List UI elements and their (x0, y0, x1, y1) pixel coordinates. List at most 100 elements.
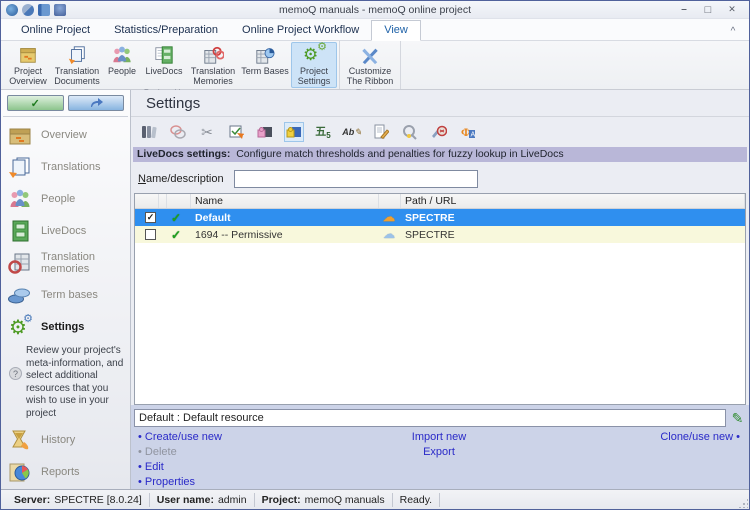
ribbon-item-label: Translation Memories (191, 66, 235, 86)
sidebar-item-reports[interactable]: Reports (1, 456, 130, 488)
maximize-button[interactable] (697, 3, 719, 17)
app-window: memoQ manuals - memoQ online project Onl… (0, 0, 750, 510)
name-description-label: Name/description (138, 173, 224, 185)
customize-ribbon-icon (359, 44, 381, 66)
pen-stamp-icon (431, 124, 447, 140)
memoq-logo-icon[interactable] (6, 4, 18, 16)
sidebar-item-label: People (41, 193, 75, 205)
sidebar-item-people[interactable]: People (1, 183, 130, 215)
ribbon-item-label: Term Bases (241, 66, 289, 76)
settings-tab-livedocs[interactable] (284, 122, 304, 142)
sidebar-item-label: Translation memories (41, 251, 128, 275)
row-checkbox[interactable] (145, 212, 156, 223)
selected-resource-field[interactable]: Default : Default resource (134, 409, 726, 427)
tab-view[interactable]: View (371, 20, 421, 41)
server-icon[interactable] (54, 4, 66, 16)
settings-tab-communication[interactable] (168, 122, 188, 142)
project-settings-icon: ⚙⚙ (303, 44, 325, 66)
resource-name: 1694 -- Permissive (191, 229, 379, 241)
help-icon: ? (9, 367, 22, 380)
settings-tab-sign-off[interactable] (429, 122, 449, 142)
tab-online-project[interactable]: Online Project (9, 21, 102, 40)
settings-description-block: ? Review your project's meta-information… (1, 343, 130, 424)
name-description-input[interactable] (234, 170, 478, 188)
tab-online-project-workflow[interactable]: Online Project Workflow (230, 21, 371, 40)
settings-tab-lqa[interactable] (400, 122, 420, 142)
svg-text:A: A (471, 132, 476, 139)
close-button[interactable] (721, 3, 743, 17)
book-icon[interactable] (38, 4, 50, 16)
livedocs-cabinet-icon (5, 218, 35, 244)
ribbon-customize-the-ribbon[interactable]: Customize The Ribbon (342, 42, 398, 88)
resource-path: SPECTRE (401, 229, 745, 241)
row-checkbox[interactable] (145, 229, 156, 240)
column-header-name[interactable]: Name (191, 194, 379, 208)
ribbon-translation-documents[interactable]: Translation Documents (51, 42, 103, 88)
resize-grip[interactable] (738, 498, 748, 508)
settings-tab-segmentation[interactable]: ✂ (197, 122, 217, 142)
checkmark-icon: ✓ (31, 97, 40, 110)
minimize-button[interactable] (673, 3, 695, 17)
settings-tab-general[interactable] (139, 122, 159, 142)
sidebar-item-overview[interactable]: Overview (1, 119, 130, 151)
sidebar-item-livedocs[interactable]: LiveDocs (1, 215, 130, 247)
ribbon-item-label: Customize The Ribbon (347, 66, 394, 86)
clone-use-new-link[interactable]: Clone/use new • (660, 431, 740, 443)
status-ready: Ready. (393, 493, 441, 507)
magnifier-icon (402, 124, 418, 140)
revert-button[interactable] (68, 95, 125, 111)
table-row[interactable]: ✓ Default ☁ SPECTRE (135, 209, 745, 226)
settings-tab-auto-translation[interactable]: 五5 (313, 122, 333, 142)
row-check-icon: ✓ (171, 228, 181, 242)
document-edit-icon (373, 124, 389, 140)
filter-row: Name/description (131, 162, 749, 193)
ribbon-translation-memories[interactable]: Translation Memories (187, 42, 239, 88)
banner-title: LiveDocs settings: (137, 148, 230, 160)
ribbon-livedocs[interactable]: LiveDocs (141, 42, 187, 78)
column-header-path[interactable]: Path / URL (401, 194, 745, 208)
settings-tab-font-substitution[interactable]: ΦA (458, 122, 478, 142)
ribbon-project-overview[interactable]: Project Overview (5, 42, 51, 88)
collapse-ribbon-button[interactable]: ^ (725, 26, 741, 37)
translation-memories-icon (202, 44, 224, 66)
create-use-new-link[interactable]: • Create/use new (138, 431, 379, 443)
binders-icon (141, 124, 157, 140)
sidebar-item-term-bases[interactable]: Term bases (1, 279, 130, 311)
ribbon-project-settings[interactable]: ⚙⚙ Project Settings (291, 42, 337, 88)
curved-arrow-icon (89, 98, 103, 108)
scissors-icon: ✂ (201, 124, 213, 141)
table-row[interactable]: ✓ 1694 -- Permissive ☁ SPECTRE (135, 226, 745, 243)
banner-text: Configure match thresholds and penalties… (236, 148, 563, 160)
edit-resource-icon[interactable]: ✎ (729, 410, 746, 427)
sidebar-item-label: Overview (41, 129, 87, 141)
ribbon-term-bases[interactable]: Term Bases (239, 42, 291, 78)
import-new-link[interactable]: Import new (412, 431, 466, 443)
settings-tab-qa[interactable] (226, 122, 246, 142)
sidebar-item-label: Settings (41, 321, 84, 333)
export-link[interactable]: Export (423, 446, 455, 458)
status-user: User name:admin (150, 493, 255, 507)
sidebar-item-translations[interactable]: Translations (1, 151, 130, 183)
gears-icon[interactable] (22, 4, 34, 16)
sidebar-item-settings[interactable]: ⚙⚙ Settings (1, 311, 130, 343)
properties-link[interactable]: • Properties (138, 476, 379, 488)
tab-statistics-preparation[interactable]: Statistics/Preparation (102, 21, 230, 40)
title-bar: memoQ manuals - memoQ online project (1, 1, 749, 19)
term-bases-icon (254, 44, 276, 66)
settings-category-strip: ✂ 五5 Ab✎ ΦA (131, 117, 749, 147)
sidebar-item-translation-memories[interactable]: Translation memories (1, 247, 130, 279)
settings-banner: LiveDocs settings: Configure match thres… (133, 147, 747, 162)
settings-tab-tm[interactable] (255, 122, 275, 142)
ribbon-people[interactable]: People (103, 42, 141, 78)
people-icon (111, 44, 133, 66)
sidebar-item-history[interactable]: History (1, 424, 130, 456)
edit-link[interactable]: • Edit (138, 461, 379, 473)
page-title: Settings (131, 90, 749, 117)
settings-tab-ignore-lists[interactable]: Ab✎ (342, 122, 362, 142)
apply-button[interactable]: ✓ (7, 95, 64, 111)
status-server: Server:SPECTRE [8.0.24] (7, 493, 150, 507)
cloud-resource-icon: ☁ (383, 228, 395, 241)
settings-tab-export-path[interactable] (371, 122, 391, 142)
resource-name: Default (191, 212, 379, 224)
resource-table: Name Path / URL ✓ Default ☁ SPECTRE ✓ 1 (134, 193, 746, 405)
